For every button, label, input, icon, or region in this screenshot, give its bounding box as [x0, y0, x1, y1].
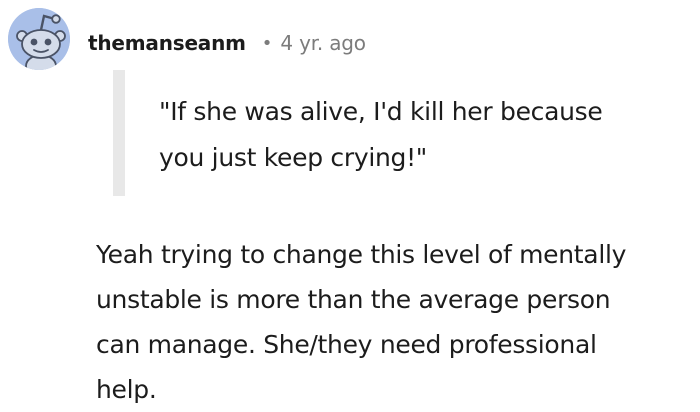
username-link[interactable]: themanseanm: [88, 31, 246, 55]
quote-line: "If she was alive, I'd kill her because: [159, 97, 603, 126]
blockquote: "If she was alive, I'd kill her because …: [113, 70, 673, 196]
user-avatar[interactable]: [8, 8, 70, 70]
body-line: Yeah trying to change this level of ment…: [96, 240, 627, 269]
quote-line: you just keep crying!": [159, 143, 428, 172]
comment: themanseanm • 4 yr. ago "If she was aliv…: [0, 0, 700, 410]
quote-bar: [113, 70, 125, 196]
body-line: help.: [96, 375, 157, 404]
comment-body: Yeah trying to change this level of ment…: [96, 232, 696, 412]
comment-timestamp[interactable]: 4 yr. ago: [280, 31, 366, 55]
snoo-avatar-icon: [8, 8, 70, 70]
quote-text: "If she was alive, I'd kill her because …: [159, 89, 679, 181]
comment-header: themanseanm • 4 yr. ago: [88, 27, 366, 59]
body-line: can manage. She/they need professional: [96, 330, 597, 359]
meta-separator: •: [261, 32, 273, 54]
body-line: unstable is more than the average person: [96, 285, 611, 314]
